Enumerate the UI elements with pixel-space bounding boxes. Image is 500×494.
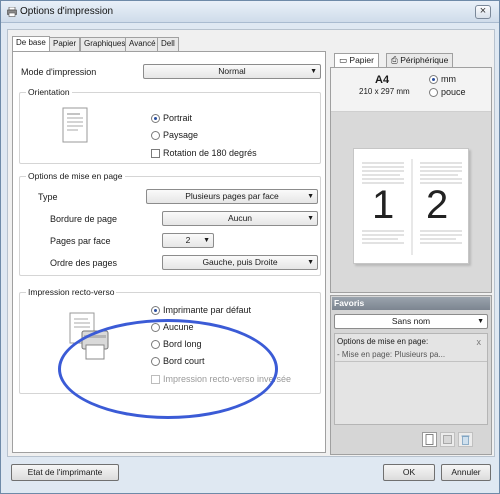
portrait-page-icon (62, 107, 88, 143)
preview-panel: ▭ Papier ⎙ Périphérique A4 210 x 297 mm … (330, 51, 492, 455)
window-title: Options d'impression (20, 6, 114, 17)
tab-avance[interactable]: Avancé (125, 37, 160, 51)
tab-preview-device[interactable]: ⎙ Périphérique (386, 53, 454, 67)
printer-status-button[interactable]: Etat de l'imprimante (11, 464, 119, 481)
printer-small-icon: ⎙ (391, 55, 398, 65)
chevron-down-icon: ▼ (307, 259, 314, 266)
favorites-select[interactable]: Sans nom ▼ (334, 314, 488, 329)
layout-type-value: Plusieurs pages par face (185, 191, 279, 201)
favorites-title: Favoris (332, 297, 490, 310)
duplex-long-edge-label: Bord long (163, 339, 202, 349)
page-order-label: Ordre des pages (50, 258, 118, 268)
duplex-short-edge-label: Bord court (163, 356, 205, 366)
new-favorite-icon[interactable] (422, 432, 437, 447)
ok-button[interactable]: OK (383, 464, 435, 481)
tab-preview-paper[interactable]: ▭ Papier (334, 53, 379, 67)
favorites-list-item: - Mise en page: Plusieurs pa... (337, 350, 446, 359)
unit-inch-radio[interactable] (429, 88, 438, 97)
chevron-down-icon: ▼ (477, 318, 484, 325)
duplex-group-title: Impression recto-verso (26, 287, 117, 297)
favorites-remove-icon[interactable]: x (477, 337, 482, 347)
layout-type-select[interactable]: Plusieurs pages par face ▼ (146, 189, 318, 204)
duplex-short-edge-radio[interactable] (151, 357, 160, 366)
title-bar: Options d'impression × (1, 1, 499, 23)
paper-preview: A4 210 x 297 mm mm pouce 1 2 (330, 67, 492, 293)
portrait-radio[interactable] (151, 114, 160, 123)
close-button[interactable]: × (475, 5, 491, 19)
favorites-divider (335, 361, 487, 362)
save-favorite-icon[interactable] (440, 432, 455, 447)
paper-dimensions: 210 x 297 mm (359, 87, 410, 96)
print-mode-label: Mode d'impression (21, 67, 97, 77)
duplex-reverse-checkbox[interactable] (151, 375, 160, 384)
duplex-reverse-label: Impression recto-verso inversée (163, 374, 292, 384)
landscape-label: Paysage (163, 130, 199, 140)
portrait-label: Portrait (163, 113, 193, 123)
printer-icon (7, 7, 17, 17)
landscape-radio[interactable] (151, 131, 160, 140)
favorites-list-header: Options de mise en page: (337, 337, 429, 346)
orientation-group: Orientation Portrait Paysage Rotation de… (19, 87, 321, 164)
tab-de-base[interactable]: De base (12, 36, 50, 52)
page-border-label: Bordure de page (50, 214, 118, 224)
pages-per-side-label: Pages par face (50, 236, 111, 246)
tab-dell[interactable]: Dell (157, 37, 179, 51)
chevron-down-icon: ▼ (307, 193, 314, 200)
duplex-none-radio[interactable] (151, 323, 160, 332)
basic-settings-panel: Mode d'impression Normal ▼ Orientation P… (12, 51, 326, 453)
delete-favorite-icon[interactable] (458, 432, 473, 447)
dialog-content: De base Papier Graphiques Avancé Dell Mo… (7, 29, 495, 457)
tab-graphiques[interactable]: Graphiques (80, 37, 130, 51)
tab-preview-device-label: Périphérique (400, 55, 449, 65)
tab-preview-paper-label: Papier (349, 55, 374, 65)
unit-inch-label: pouce (441, 87, 466, 97)
chevron-down-icon: ▼ (310, 68, 317, 75)
duplex-long-edge-radio[interactable] (151, 340, 160, 349)
chevron-down-icon: ▼ (203, 237, 210, 244)
page-border-value: Aucun (227, 213, 253, 223)
type-label: Type (38, 192, 58, 202)
unit-mm-radio[interactable] (429, 75, 438, 84)
tab-papier[interactable]: Papier (49, 37, 81, 51)
page-order-select[interactable]: Gauche, puis Droite ▼ (162, 255, 318, 270)
pages-per-side-select[interactable]: 2 ▼ (162, 233, 214, 248)
preview-page-number-1: 1 (372, 183, 395, 227)
rotate-180-checkbox[interactable] (151, 149, 160, 158)
preview-page-number-2: 2 (426, 183, 449, 227)
page-border-select[interactable]: Aucun ▼ (162, 211, 318, 226)
unit-mm-label: mm (441, 74, 456, 84)
rotate-180-label: Rotation de 180 degrés (163, 148, 257, 158)
pages-per-side-value: 2 (185, 235, 191, 245)
duplex-printer-icon (69, 312, 109, 360)
print-mode-select[interactable]: Normal ▼ (143, 64, 321, 79)
print-mode-value: Normal (218, 66, 246, 76)
orientation-group-title: Orientation (26, 87, 72, 97)
paper-info-bar (331, 68, 491, 112)
chevron-down-icon: ▼ (307, 215, 314, 222)
duplex-printer-default-radio[interactable] (151, 306, 160, 315)
page-order-value: Gauche, puis Droite (202, 257, 278, 267)
favorites-value: Sans nom (391, 316, 431, 326)
favorites-details-list: Options de mise en page: x - Mise en pag… (334, 333, 488, 425)
preview-sheet: 1 2 (353, 148, 469, 264)
layout-options-title: Options de mise en page (26, 171, 125, 181)
layout-options-group: Options de mise en page Type Plusieurs p… (19, 171, 321, 276)
duplex-printer-default-label: Imprimante par défaut (163, 305, 252, 315)
print-options-window: Options d'impression × De base Papier Gr… (0, 0, 500, 494)
paper-size: A4 (375, 74, 390, 86)
page-icon: ▭ (339, 55, 348, 65)
favorites-panel: Favoris Sans nom ▼ Options de mise en pa… (330, 295, 492, 455)
duplex-group: Impression recto-verso Imprimante par dé… (19, 287, 321, 394)
duplex-none-label: Aucune (163, 322, 194, 332)
cancel-button[interactable]: Annuler (441, 464, 491, 481)
